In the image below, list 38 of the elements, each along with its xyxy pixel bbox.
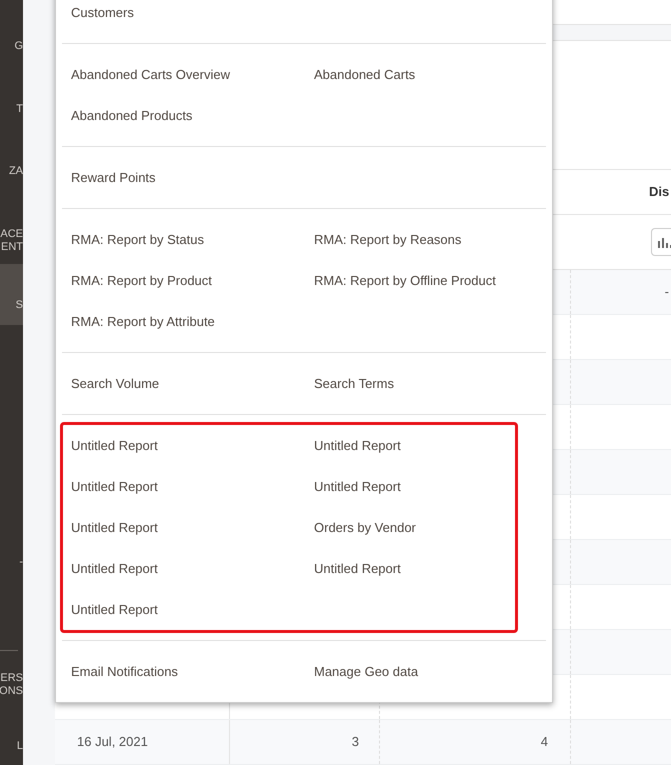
menu-link[interactable]: Untitled Report bbox=[71, 425, 314, 466]
menu-link[interactable]: Customers bbox=[71, 0, 314, 33]
chart-button[interactable] bbox=[651, 228, 671, 256]
sidebar-item[interactable]: S bbox=[0, 264, 23, 325]
menu-link[interactable]: RMA: Report by Attribute bbox=[71, 301, 314, 342]
menu-link[interactable]: Abandoned Products bbox=[71, 95, 314, 136]
menu-link[interactable]: RMA: Report by Reasons bbox=[314, 219, 514, 260]
menu-link[interactable]: Orders by Vendor bbox=[314, 507, 514, 548]
sidebar-item[interactable]: ACE ENT bbox=[0, 228, 23, 254]
table-cell-text: 4 bbox=[540, 733, 548, 752]
sidebar-item[interactable]: ZA bbox=[8, 165, 23, 191]
menu-link[interactable]: Search Terms bbox=[314, 363, 514, 404]
menu-link[interactable]: Untitled Report bbox=[314, 425, 514, 466]
menu-link[interactable]: Reward Points bbox=[71, 157, 314, 198]
sidebar-item[interactable]: L bbox=[16, 740, 23, 765]
menu-link[interactable]: RMA: Report by Status bbox=[71, 219, 314, 260]
menu-link[interactable]: Abandoned Carts Overview bbox=[71, 54, 314, 95]
table-cell-text: - bbox=[664, 283, 669, 302]
menu-link[interactable]: Untitled Report bbox=[71, 466, 314, 507]
menu-link[interactable]: Untitled Report bbox=[71, 548, 314, 589]
menu-link[interactable]: Untitled Report bbox=[71, 507, 314, 548]
menu-link[interactable]: Untitled Report bbox=[71, 589, 314, 630]
menu-link[interactable]: Search Volume bbox=[71, 363, 314, 404]
column-header: Dis bbox=[649, 183, 670, 202]
bar-chart-icon bbox=[656, 236, 670, 248]
menu-link[interactable]: Manage Geo data bbox=[314, 651, 514, 692]
sidebar-item[interactable]: ERS ONS bbox=[0, 672, 23, 698]
menu-link[interactable]: RMA: Report by Offline Product bbox=[314, 260, 514, 301]
sidebar-item[interactable]: T bbox=[16, 103, 23, 129]
table-cell-text: 16 Jul, 2021 bbox=[77, 733, 148, 752]
menu-link[interactable]: Untitled Report bbox=[314, 466, 514, 507]
menu-link[interactable]: Email Notifications bbox=[71, 651, 314, 692]
menu-link[interactable]: Untitled Report bbox=[314, 548, 514, 589]
menu-link[interactable]: Abandoned Carts bbox=[314, 54, 514, 95]
table-cell-text: 3 bbox=[352, 733, 359, 752]
sidebar-item[interactable]: G bbox=[14, 40, 23, 66]
menu-link[interactable]: RMA: Report by Product bbox=[71, 260, 314, 301]
sidebar-item[interactable]: - bbox=[19, 556, 23, 582]
